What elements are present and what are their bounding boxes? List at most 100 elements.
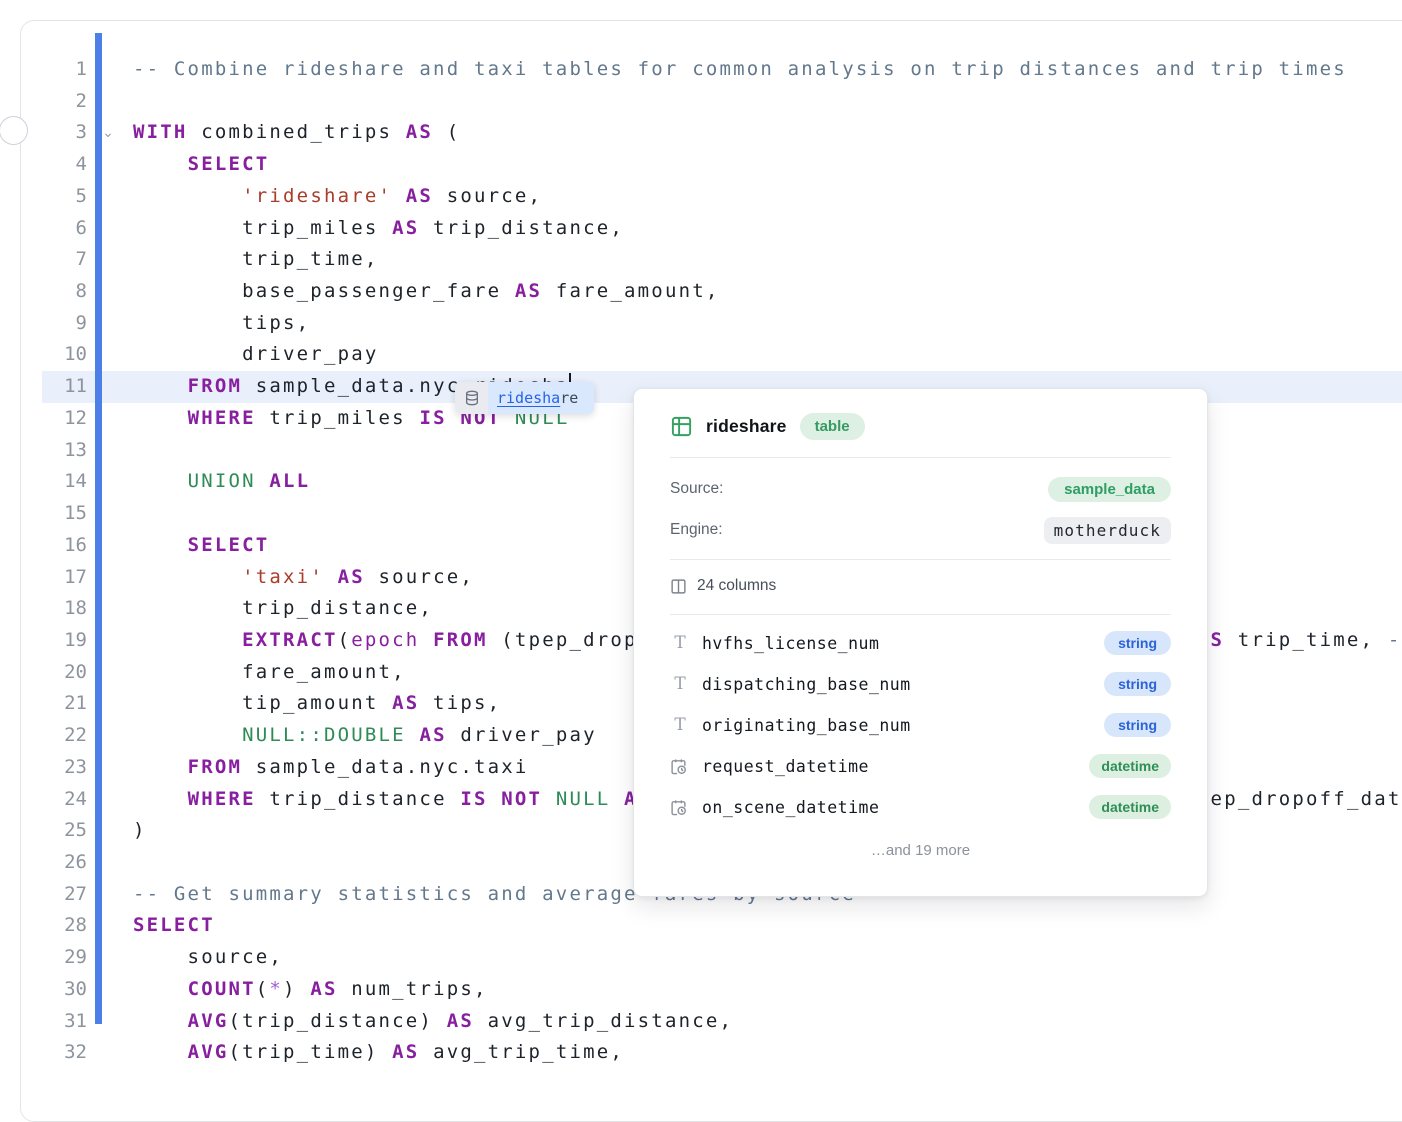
- autocomplete-popup: rideshare: [455, 382, 594, 414]
- line-number: 19: [47, 625, 87, 657]
- column-type-badge: string: [1104, 631, 1171, 655]
- code-line[interactable]: 5 'rideshare' AS source,: [42, 181, 1402, 213]
- line-number: 30: [47, 974, 87, 1006]
- statement-gutter-bar: [95, 33, 102, 1024]
- line-number: 20: [47, 657, 87, 689]
- string-type-icon: T: [670, 674, 690, 694]
- datetime-type-icon: [670, 758, 690, 775]
- code-text: trip_time,: [133, 244, 379, 276]
- code-text: 'taxi' AS source,: [133, 562, 474, 594]
- column-name: dispatching_base_num: [702, 675, 1104, 694]
- code-text: source,: [133, 942, 283, 974]
- engine-label: Engine:: [670, 521, 723, 539]
- code-text: -- Combine rideshare and taxi tables for…: [133, 54, 1347, 86]
- line-number: 4: [47, 149, 87, 181]
- table-name: rideshare: [706, 416, 787, 437]
- code-text: fare_amount,: [133, 657, 406, 689]
- code-line[interactable]: 1 -- Combine rideshare and taxi tables fo…: [42, 54, 1402, 86]
- line-number: 16: [47, 530, 87, 562]
- autocomplete-item-rideshare[interactable]: rideshare: [488, 382, 594, 414]
- line-number: 17: [47, 562, 87, 594]
- columns-icon: [670, 578, 687, 595]
- line-number: 13: [47, 435, 87, 467]
- table-info-header: rideshare table: [670, 411, 1171, 441]
- column-name: hvfhs_license_num: [702, 634, 1104, 653]
- code-line[interactable]: 10 driver_pay: [42, 339, 1402, 371]
- code-line[interactable]: 2: [42, 86, 1402, 118]
- divider: [670, 614, 1171, 615]
- code-text: trip_distance,: [133, 593, 433, 625]
- code-line[interactable]: 6 trip_miles AS trip_distance,: [42, 213, 1402, 245]
- columns-count-row: 24 columns: [670, 574, 1171, 598]
- code-line[interactable]: 9 tips,: [42, 308, 1402, 340]
- divider: [670, 457, 1171, 458]
- string-type-icon: T: [670, 715, 690, 735]
- code-text: UNION ALL: [133, 466, 310, 498]
- line-number: 6: [47, 213, 87, 245]
- code-text: COUNT(*) AS num_trips,: [133, 974, 488, 1006]
- code-line[interactable]: 7 trip_time,: [42, 244, 1402, 276]
- column-type-badge: string: [1104, 713, 1171, 737]
- code-line[interactable]: 28SELECT: [42, 910, 1402, 942]
- table-type-badge: table: [800, 413, 865, 440]
- code-line[interactable]: 3⌄WITH combined_trips AS (: [42, 117, 1402, 149]
- line-number: 1: [47, 54, 87, 86]
- line-number: 25: [47, 815, 87, 847]
- code-text: AVG(trip_distance) AS avg_trip_distance,: [133, 1006, 733, 1038]
- column-name: originating_base_num: [702, 716, 1104, 735]
- line-number: 7: [47, 244, 87, 276]
- code-text: WITH combined_trips AS (: [133, 117, 460, 149]
- code-line[interactable]: 31 AVG(trip_distance) AS avg_trip_distan…: [42, 1006, 1402, 1038]
- line-number: 21: [47, 688, 87, 720]
- panel-collapse-handle[interactable]: [0, 116, 28, 145]
- database-icon: [455, 382, 488, 414]
- autocomplete-matched-text: ridesha: [497, 389, 560, 407]
- code-text: SELECT: [133, 530, 269, 562]
- line-number: 5: [47, 181, 87, 213]
- datetime-type-icon: [670, 799, 690, 816]
- code-line[interactable]: 29 source,: [42, 942, 1402, 974]
- code-line[interactable]: 32 AVG(trip_time) AS avg_trip_time,: [42, 1037, 1402, 1069]
- code-text: tips,: [133, 308, 310, 340]
- column-row: on_scene_datetime datetime: [670, 794, 1171, 820]
- column-type-badge: datetime: [1089, 754, 1171, 778]
- code-text: SELECT: [133, 149, 269, 181]
- line-number: 8: [47, 276, 87, 308]
- line-number: 27: [47, 879, 87, 911]
- code-text: base_passenger_fare AS fare_amount,: [133, 276, 720, 308]
- line-number: 18: [47, 593, 87, 625]
- line-number: 32: [47, 1037, 87, 1069]
- code-text: FROM sample_data.nyc.taxi: [133, 752, 529, 784]
- string-type-icon: T: [670, 633, 690, 653]
- columns-count: 24 columns: [697, 577, 776, 595]
- table-info-card: rideshare table Source: sample_data Engi…: [633, 388, 1208, 897]
- source-badge: sample_data: [1048, 477, 1171, 502]
- autocomplete-rest-text: re: [560, 389, 578, 407]
- table-icon: [670, 415, 693, 438]
- line-number: 24: [47, 784, 87, 816]
- code-text: ): [133, 815, 147, 847]
- column-name: on_scene_datetime: [702, 798, 1089, 817]
- line-number: 29: [47, 942, 87, 974]
- column-row: T dispatching_base_num string: [670, 671, 1171, 697]
- code-text: 'rideshare' AS source,: [133, 181, 542, 213]
- line-number: 11: [47, 371, 87, 403]
- line-number: 26: [47, 847, 87, 879]
- column-type-badge: datetime: [1089, 795, 1171, 819]
- line-number: 15: [47, 498, 87, 530]
- line-number: 10: [47, 339, 87, 371]
- code-text: trip_miles AS trip_distance,: [133, 213, 624, 245]
- code-text: NULL::DOUBLE AS driver_pay: [133, 720, 597, 752]
- line-number: 23: [47, 752, 87, 784]
- line-number: 22: [47, 720, 87, 752]
- column-name: request_datetime: [702, 757, 1089, 776]
- code-text: tip_amount AS tips,: [133, 688, 501, 720]
- line-number: 9: [47, 308, 87, 340]
- engine-badge: motherduck: [1044, 517, 1171, 544]
- code-line[interactable]: 30 COUNT(*) AS num_trips,: [42, 974, 1402, 1006]
- line-number: 31: [47, 1006, 87, 1038]
- line-number: 28: [47, 910, 87, 942]
- column-row: T originating_base_num string: [670, 712, 1171, 738]
- code-line[interactable]: 4 SELECT: [42, 149, 1402, 181]
- code-line[interactable]: 8 base_passenger_fare AS fare_amount,: [42, 276, 1402, 308]
